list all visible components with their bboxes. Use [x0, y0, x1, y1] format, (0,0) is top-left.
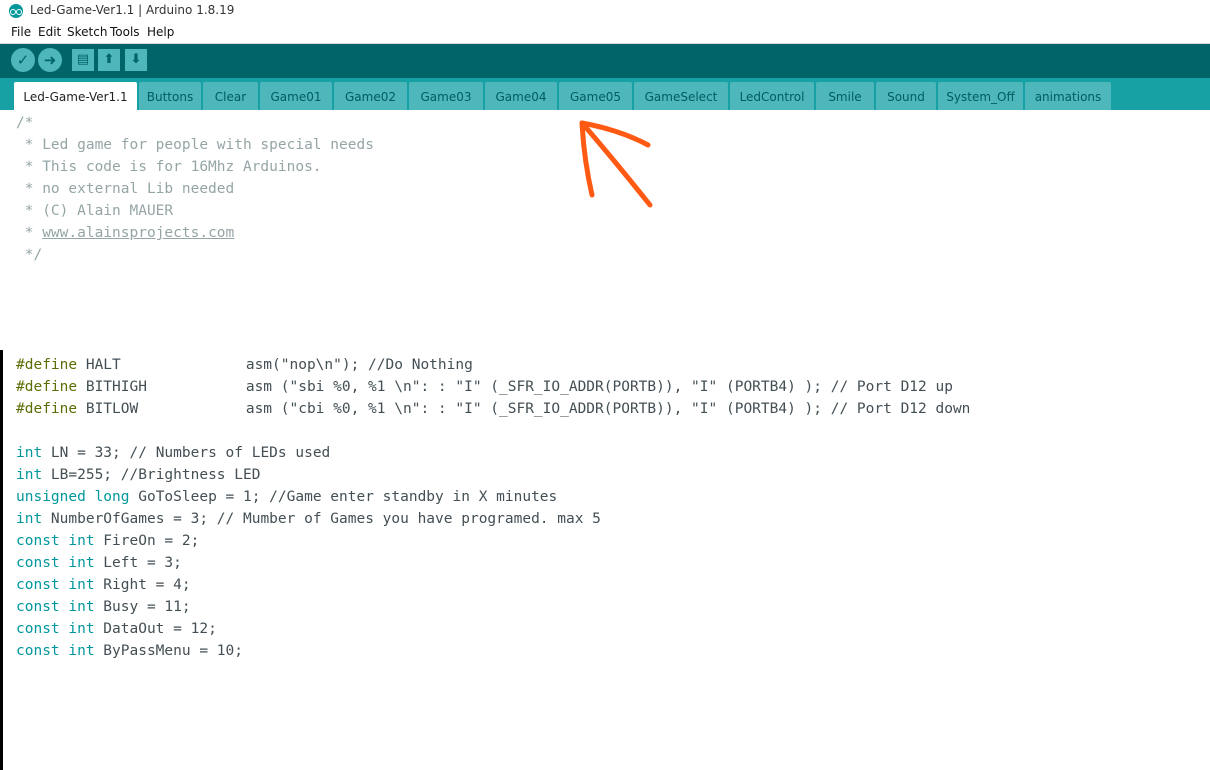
type-keyword: int: [16, 511, 43, 527]
type-keyword: unsigned long: [16, 489, 130, 505]
new-sketch-button[interactable]: ▤: [72, 49, 94, 71]
code-text: DataOut = 12;: [94, 621, 217, 637]
code-line: const int Right = 4;: [16, 574, 191, 596]
code-line: const int Busy = 11;: [16, 596, 191, 618]
new-document-icon: ▤: [76, 52, 90, 67]
tab-game01[interactable]: Game01: [260, 82, 332, 110]
code-text: GoToSleep = 1; //Game enter standby in X…: [129, 489, 558, 505]
code-line: int LN = 33; // Numbers of LEDs used: [16, 442, 330, 464]
upload-button[interactable]: ➜: [38, 48, 62, 72]
define-body: asm ("cbi %0, %1 \n": : "I" (_SFR_IO_ADD…: [245, 401, 971, 417]
tab-animations[interactable]: animations: [1025, 82, 1111, 110]
menu-help[interactable]: Help: [147, 25, 174, 39]
website-link[interactable]: www.alainsprojects.com: [42, 225, 234, 241]
code-line: * www.alainsprojects.com: [16, 222, 235, 244]
code-text: Busy = 11;: [94, 599, 191, 615]
type-keyword: const int: [16, 599, 95, 615]
tab-clear[interactable]: Clear: [203, 82, 258, 110]
menu-edit[interactable]: Edit: [38, 25, 61, 39]
code-line: const int DataOut = 12;: [16, 618, 217, 640]
code-line: * Led game for people with special needs: [16, 137, 374, 153]
tab-game02[interactable]: Game02: [334, 82, 407, 110]
arrow-right-icon: ➜: [43, 51, 57, 69]
tab-ledcontrol[interactable]: LedControl: [730, 82, 814, 110]
type-keyword: int: [16, 445, 43, 461]
type-keyword: const int: [16, 533, 95, 549]
code-line: #define BITLOW asm ("cbi %0, %1 \n": : "I…: [16, 398, 970, 420]
code-text: ByPassMenu = 10;: [94, 643, 243, 659]
tab-led-game-ver1-1[interactable]: Led-Game-Ver1.1: [14, 82, 137, 110]
code-text: Left = 3;: [94, 555, 182, 571]
tab-game04[interactable]: Game04: [485, 82, 557, 110]
menu-tools[interactable]: Tools: [110, 25, 140, 39]
code-line: /*: [16, 115, 34, 131]
code-line: * (C) Alain MAUER: [16, 203, 174, 219]
tab-game05[interactable]: Game05: [559, 82, 632, 110]
code-line: * no external Lib needed: [16, 181, 235, 197]
define-body: asm ("sbi %0, %1 \n": : "I" (_SFR_IO_ADD…: [245, 379, 953, 395]
type-keyword: const int: [16, 643, 95, 659]
code-text: Right = 4;: [94, 577, 191, 593]
tab-gameselect[interactable]: GameSelect: [634, 82, 728, 110]
code-line: const int ByPassMenu = 10;: [16, 640, 243, 662]
title-bar: Led-Game-Ver1.1 | Arduino 1.8.19: [0, 0, 1210, 22]
menu-file[interactable]: File: [11, 25, 31, 39]
window-edge: [0, 350, 3, 770]
annotation-arrow-icon: [579, 120, 653, 208]
code-line: int LB=255; //Brightness LED: [16, 464, 260, 486]
window-title: Led-Game-Ver1.1 | Arduino 1.8.19: [30, 3, 235, 17]
tab-system-off[interactable]: System_Off: [938, 82, 1023, 110]
code-line: * This code is for 16Mhz Arduinos.: [16, 159, 322, 175]
define-name: HALT: [85, 357, 121, 373]
check-icon: ✓: [16, 51, 30, 69]
code-line: const int Left = 3;: [16, 552, 182, 574]
define-name: BITLOW: [85, 401, 139, 417]
arduino-logo-icon: [9, 4, 23, 18]
tab-game03[interactable]: Game03: [409, 82, 483, 110]
code-line: const int FireOn = 2;: [16, 530, 199, 552]
open-sketch-button[interactable]: ⬆: [98, 49, 120, 71]
tab-sound[interactable]: Sound: [876, 82, 936, 110]
code-line: #define BITHIGH asm ("sbi %0, %1 \n": : "…: [16, 376, 953, 398]
code-text: NumberOfGames = 3; // Mumber of Games yo…: [42, 511, 601, 527]
define-keyword: #define: [16, 357, 78, 373]
code-text: LN = 33; // Numbers of LEDs used: [42, 445, 331, 461]
toolbar: ✓ ➜ ▤ ⬆ ⬇: [0, 44, 1210, 78]
define-keyword: #define: [16, 379, 78, 395]
type-keyword: const int: [16, 621, 95, 637]
comment-prefix: *: [16, 225, 43, 241]
code-line: */: [16, 247, 43, 263]
type-keyword: const int: [16, 555, 95, 571]
tab-buttons[interactable]: Buttons: [139, 82, 201, 110]
tab-smile[interactable]: Smile: [816, 82, 874, 110]
code-line: unsigned long GoToSleep = 1; //Game ente…: [16, 486, 557, 508]
type-keyword: int: [16, 467, 43, 483]
menu-bar: File Edit Sketch Tools Help: [0, 23, 1210, 44]
define-body: asm("nop\n"); //Do Nothing: [245, 357, 473, 373]
type-keyword: const int: [16, 577, 95, 593]
save-sketch-button[interactable]: ⬇: [125, 49, 147, 71]
code-text: LB=255; //Brightness LED: [42, 467, 261, 483]
code-line: int NumberOfGames = 3; // Mumber of Game…: [16, 508, 601, 530]
arrow-down-icon: ⬇: [130, 52, 142, 67]
code-line: #define HALT asm("nop\n"); //Do Nothing: [16, 354, 473, 376]
arrow-up-icon: ⬆: [103, 52, 115, 67]
tab-strip: Led-Game-Ver1.1 Buttons Clear Game01 Gam…: [0, 78, 1210, 110]
define-keyword: #define: [16, 401, 78, 417]
define-name: BITHIGH: [85, 379, 147, 395]
code-text: FireOn = 2;: [94, 533, 200, 549]
verify-button[interactable]: ✓: [11, 48, 35, 72]
menu-sketch[interactable]: Sketch: [67, 25, 107, 39]
